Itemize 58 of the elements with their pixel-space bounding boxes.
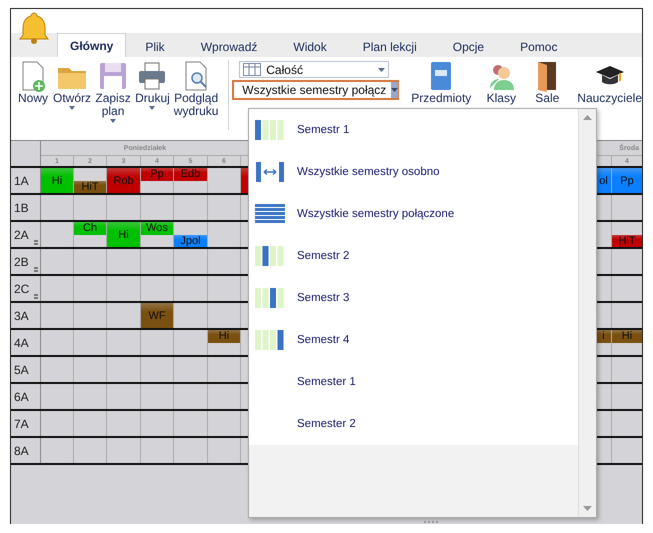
ribbon-tab[interactable]: Pomoc — [503, 35, 574, 57]
menu-item[interactable]: Semestr 3 — [249, 277, 578, 319]
class-label[interactable]: 5A — [14, 362, 29, 376]
ribbon-tab[interactable]: Główny — [57, 33, 126, 57]
lesson-block[interactable]: Wos — [141, 222, 173, 234]
class-label[interactable]: 4A — [14, 336, 29, 350]
caret-icon — [391, 88, 398, 92]
menu-item[interactable]: Semester 2 — [249, 403, 578, 445]
semester-bars-icon — [255, 246, 285, 266]
semester-bars-icon — [255, 120, 285, 140]
toolbar-button[interactable]: Drukuj — [135, 60, 170, 110]
ribbon-tab[interactable]: Plik — [128, 35, 182, 57]
class-label[interactable]: 3A — [14, 308, 29, 322]
lesson-block[interactable]: Hi — [107, 222, 140, 247]
ribbon-tab[interactable]: Widok — [276, 35, 344, 57]
toolbar-button[interactable]: Sale — [531, 60, 564, 105]
semester-bars-icon — [255, 288, 285, 308]
lesson-block[interactable]: Jpol — [174, 234, 207, 247]
class-label[interactable]: 1A — [14, 174, 29, 188]
toolbar-button[interactable]: Nowy — [17, 60, 49, 105]
lesson-block[interactable]: Pp — [612, 168, 642, 193]
lesson-block[interactable]: Ch — [74, 222, 106, 234]
menu-item[interactable]: Wszystkie semestry osobno — [249, 151, 578, 193]
toolbar-button[interactable]: Klasy — [485, 60, 518, 105]
semester-dropdown[interactable]: Wszystkie semestry połącz — [232, 80, 400, 100]
class-label[interactable]: 7A — [14, 416, 29, 430]
ribbon-tab[interactable]: Wprowadź — [184, 35, 274, 57]
table-icon — [243, 63, 262, 76]
ribbon-tab[interactable]: Opcje — [436, 35, 502, 57]
view-dropdown[interactable]: Całość — [239, 61, 390, 78]
semester-bars-icon — [255, 330, 285, 350]
toolbar-button[interactable]: Zapisz plan — [95, 60, 132, 123]
class-label[interactable]: 2A — [14, 228, 29, 242]
toolbar-button[interactable]: Otwórz — [53, 60, 91, 110]
toolbar-button[interactable]: Nauczyciele — [577, 60, 642, 105]
caret-icon — [378, 68, 385, 72]
class-label[interactable]: 2B — [14, 254, 29, 268]
menu-item[interactable]: Semestr 1 — [249, 109, 578, 151]
menu-item[interactable]: Semestr 4 — [249, 319, 578, 361]
class-label[interactable]: 2C — [14, 282, 30, 296]
resize-grip-icon[interactable] — [424, 521, 438, 524]
scroll-up-icon[interactable] — [583, 115, 592, 120]
ribbon-tab[interactable]: Plan lekcji — [346, 35, 434, 57]
class-label[interactable]: 6A — [14, 390, 29, 404]
scroll-down-icon[interactable] — [583, 506, 592, 511]
lesson-block[interactable]: ol — [596, 168, 611, 193]
toolbar-button[interactable]: Podgląd wydruku — [174, 60, 218, 118]
class-label[interactable]: 8A — [14, 444, 29, 458]
menu-item[interactable]: Semestr 2 — [249, 235, 578, 277]
combined-semesters-icon — [255, 204, 285, 224]
lesson-block[interactable]: Hi — [41, 168, 73, 193]
class-label[interactable]: 1B — [14, 200, 29, 214]
bell-logo-icon[interactable] — [19, 11, 49, 45]
menu-item[interactable]: Semester 1 — [249, 361, 578, 403]
separate-semesters-icon — [255, 162, 285, 182]
lesson-block[interactable] — [241, 168, 248, 193]
toolbar-button[interactable]: Przedmioty — [411, 60, 472, 105]
menu-item[interactable]: Wszystkie semestry połączone — [249, 193, 578, 235]
